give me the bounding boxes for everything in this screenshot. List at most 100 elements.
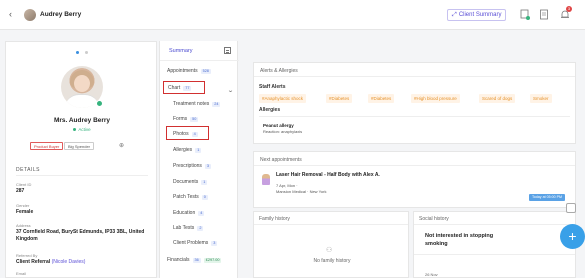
divider xyxy=(254,76,575,77)
profile-card: Mrs. Audrey Berry Active Product Buyer B… xyxy=(5,41,157,278)
field-email: Email xyxy=(16,271,156,276)
nav-item-education[interactable]: Education 4 xyxy=(173,210,205,216)
nav-item-forms[interactable]: Forms 50 xyxy=(173,116,199,122)
allergies-label: Allergies xyxy=(259,107,281,113)
family-tree-icon: ⚇ xyxy=(326,247,333,254)
nav-item-label: Forms xyxy=(173,116,188,122)
nav-item-client-problems[interactable]: Client Problems 3 xyxy=(173,240,218,246)
add-tag-icon[interactable]: ⊕ xyxy=(119,142,124,149)
layout-grid-icon[interactable] xyxy=(224,47,231,54)
divider xyxy=(16,175,148,176)
social-history-card: Social history Not interested in stoppin… xyxy=(413,211,576,278)
field-value: Female xyxy=(16,209,34,215)
alert-chip: Scared of dogs xyxy=(479,94,516,103)
field-label: Email xyxy=(16,271,27,276)
appointment-location: Mansion Medical · New York xyxy=(276,189,327,194)
field-label: Referred By xyxy=(16,253,38,258)
summary-icon: ⤢ xyxy=(452,12,457,18)
nav-summary-tab[interactable]: Summary xyxy=(169,48,193,54)
appointment-service[interactable]: Laser Hair Removal - Half Body with Alex… xyxy=(276,172,380,178)
family-history-title: Family history xyxy=(259,216,290,222)
nav-count: 528 xyxy=(200,69,211,74)
document-icon[interactable] xyxy=(539,9,549,20)
referrer-link[interactable]: (Nicole Davies) xyxy=(52,259,86,265)
nav-item-appointments[interactable]: Appointments 528 xyxy=(167,68,211,74)
nav-item-label: Allergies xyxy=(173,147,193,153)
carousel-dots xyxy=(76,50,94,56)
carousel-dot-active[interactable] xyxy=(76,51,79,54)
divider xyxy=(414,254,575,255)
alert-chip: Smoker xyxy=(530,94,552,103)
online-status-icon xyxy=(96,100,103,107)
social-history-entry[interactable]: Not interested in stopping smoking xyxy=(425,232,515,248)
appointments-title: Next appointments xyxy=(260,157,302,163)
nav-item-allergies[interactable]: Allergies 1 xyxy=(173,147,202,153)
field-address: Address 37 Cornfield Road, BurySt Edmund… xyxy=(16,223,156,243)
divider xyxy=(259,116,570,117)
nav-count: 1 xyxy=(195,148,202,153)
nav-count: 3 xyxy=(211,241,218,246)
tag-big-spender[interactable]: Big Spender xyxy=(64,142,95,150)
alert-chip: #Diabetes xyxy=(326,94,353,103)
field-value: 287 xyxy=(16,188,25,194)
profile-status-label: Active xyxy=(78,127,91,132)
field-value: 37 Cornfield Road, BurySt Edmunds, IP33 … xyxy=(16,229,145,242)
nav-item-lab-tests[interactable]: Lab Tests 2 xyxy=(173,225,204,231)
client-summary-button[interactable]: ⤢ Client Summary xyxy=(447,9,506,21)
nav-item-treatment-notes[interactable]: Treatment notes 24 xyxy=(173,101,221,107)
field-label: Address xyxy=(16,223,31,228)
alert-chip: #High blood pressure xyxy=(411,94,460,103)
nav-count: 0 xyxy=(201,195,208,200)
field-label: Client ID xyxy=(16,182,32,187)
social-history-footer: 26 Nov xyxy=(425,272,438,277)
nav-count: 4 xyxy=(198,211,205,216)
nav-item-label: Appointments xyxy=(167,68,198,74)
carousel-dot[interactable] xyxy=(85,51,88,54)
staff-avatar xyxy=(262,174,270,185)
divider xyxy=(414,224,575,225)
divider xyxy=(254,224,408,225)
nav-count: 1 xyxy=(201,180,208,185)
details-title: DETAILS xyxy=(16,167,40,173)
back-icon[interactable]: ‹ xyxy=(9,10,12,19)
nav-item-label: Patch Tests xyxy=(173,194,199,200)
alert-chip: #Anaphylactic shock xyxy=(259,94,307,103)
alerts-title: Alerts & Allergies xyxy=(260,68,298,74)
social-history-title: Social history xyxy=(419,216,449,222)
nav-amount: £297.00 xyxy=(203,258,222,263)
top-bar: ‹ Audrey Berry ⤢ Client Summary 3 xyxy=(0,0,585,30)
people-icon[interactable] xyxy=(520,9,530,20)
alerts-allergies-card: Alerts & Allergies Staff Alerts #Anaphyl… xyxy=(253,62,576,144)
client-name-header: Audrey Berry xyxy=(40,11,82,18)
allergy-reaction: Reaction: anaphylaxis xyxy=(263,129,303,134)
appointment-date: 7 Apr, Mon · xyxy=(276,183,298,188)
field-referred-by: Referred By Client Referral (Nicole Davi… xyxy=(16,253,156,266)
nav-item-documents[interactable]: Documents 1 xyxy=(173,179,208,185)
nav-item-prescriptions[interactable]: Prescriptions 3 xyxy=(173,163,212,169)
tag-product-buyer[interactable]: Product Buyer xyxy=(30,142,64,150)
nav-item-financials[interactable]: Financials 36 £297.00 xyxy=(167,257,222,263)
nav-item-label: Documents xyxy=(173,179,199,185)
field-value: Client Referral (Nicole Davies) xyxy=(16,259,156,266)
nav-item-label: Prescriptions xyxy=(173,163,202,169)
client-summary-label: Client Summary xyxy=(458,12,502,18)
nav-item-patch-tests[interactable]: Patch Tests 0 xyxy=(173,194,208,200)
calendar-icon[interactable] xyxy=(566,203,576,213)
family-history-empty: No family history xyxy=(313,258,351,264)
nav-count: 2 xyxy=(197,226,204,231)
add-fab-button[interactable]: + xyxy=(560,224,585,249)
nav-item-label: Lab Tests xyxy=(173,225,195,231)
staff-alerts-label: Staff Alerts xyxy=(259,84,286,90)
field-gender: Gender Female xyxy=(16,203,156,216)
chevron-down-icon[interactable]: ⌄ xyxy=(227,87,234,94)
allergy-name[interactable]: Peanut allergy xyxy=(263,123,294,128)
profile-name: Mrs. Audrey Berry xyxy=(53,117,111,124)
highlight-box-chart xyxy=(163,81,205,94)
notification-badge: 3 xyxy=(566,6,572,12)
nav-item-label: Client Problems xyxy=(173,240,209,246)
nav-header: Summary xyxy=(160,41,239,61)
family-history-card: Family history ⚇ No family history xyxy=(253,211,409,278)
client-avatar[interactable] xyxy=(24,9,36,21)
referral-type: Client Referral xyxy=(16,259,52,265)
nav-count: 50 xyxy=(190,117,199,122)
